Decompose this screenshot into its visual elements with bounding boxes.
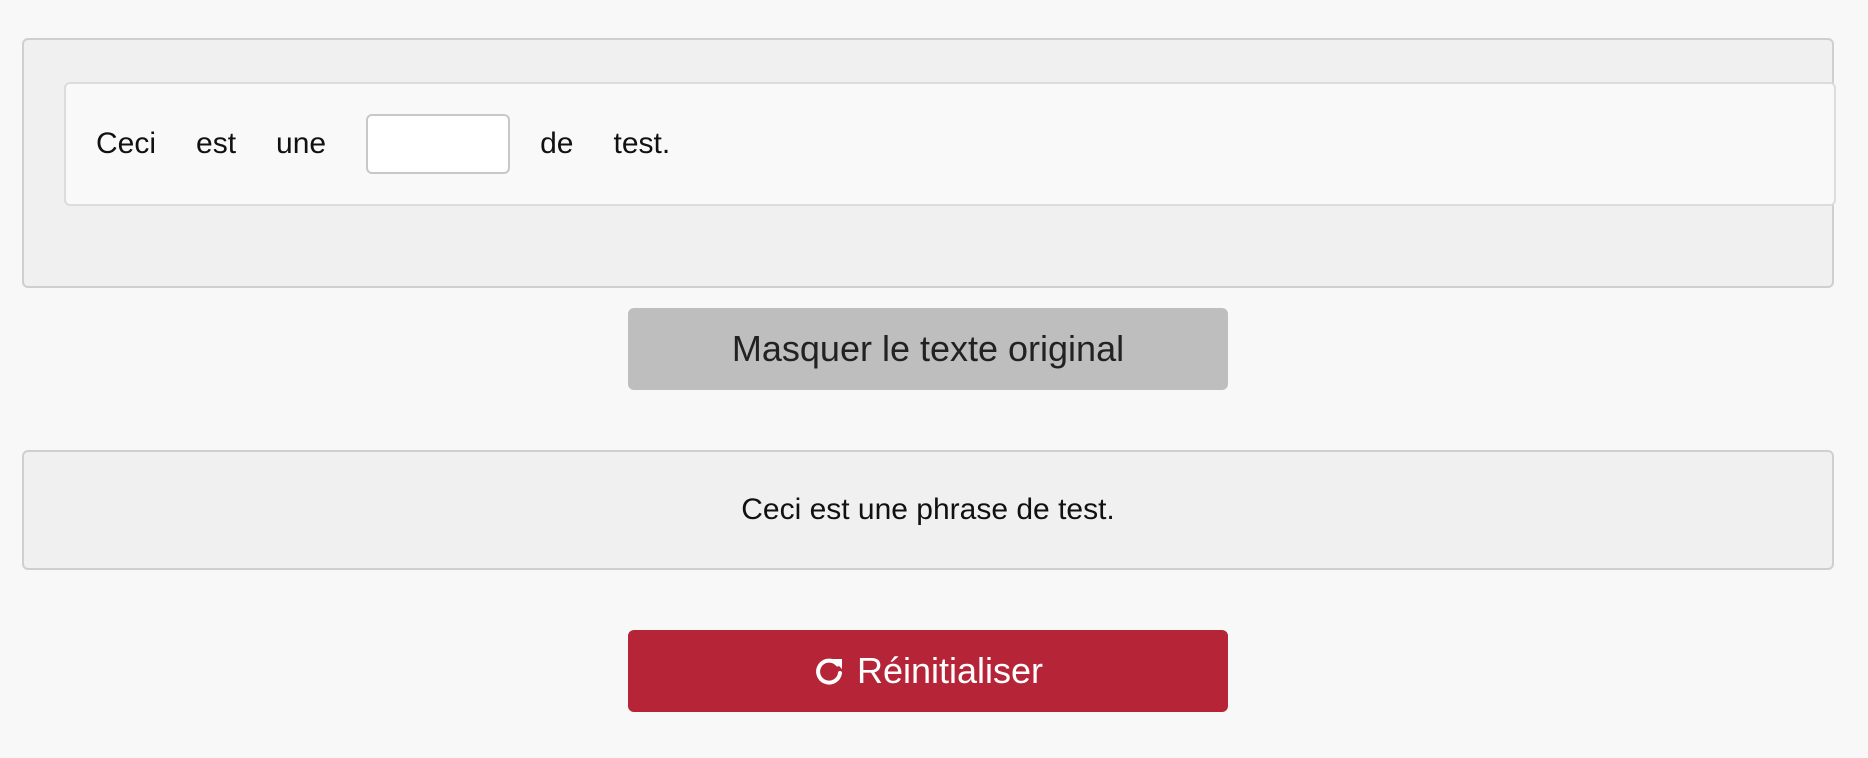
reset-button[interactable]: Réinitialiser	[628, 630, 1228, 712]
blank-input[interactable]	[366, 114, 511, 174]
word: de	[540, 127, 574, 160]
redo-icon	[816, 658, 842, 685]
original-text: Ceci est une phrase de test.	[741, 493, 1115, 526]
word: test.	[613, 127, 671, 160]
word: Ceci	[96, 127, 157, 160]
original-text-panel: Ceci est une phrase de test.	[22, 450, 1834, 570]
sentence-row: Ceci est une de test.	[64, 82, 1836, 206]
reset-label: Réinitialiser	[856, 650, 1044, 691]
hide-original-label: Masquer le texte original	[731, 328, 1125, 369]
hide-original-button[interactable]: Masquer le texte original	[628, 308, 1228, 390]
word: une	[276, 127, 327, 160]
word: est	[196, 127, 237, 160]
exercise-panel: Ceci est une de test.	[22, 38, 1836, 288]
